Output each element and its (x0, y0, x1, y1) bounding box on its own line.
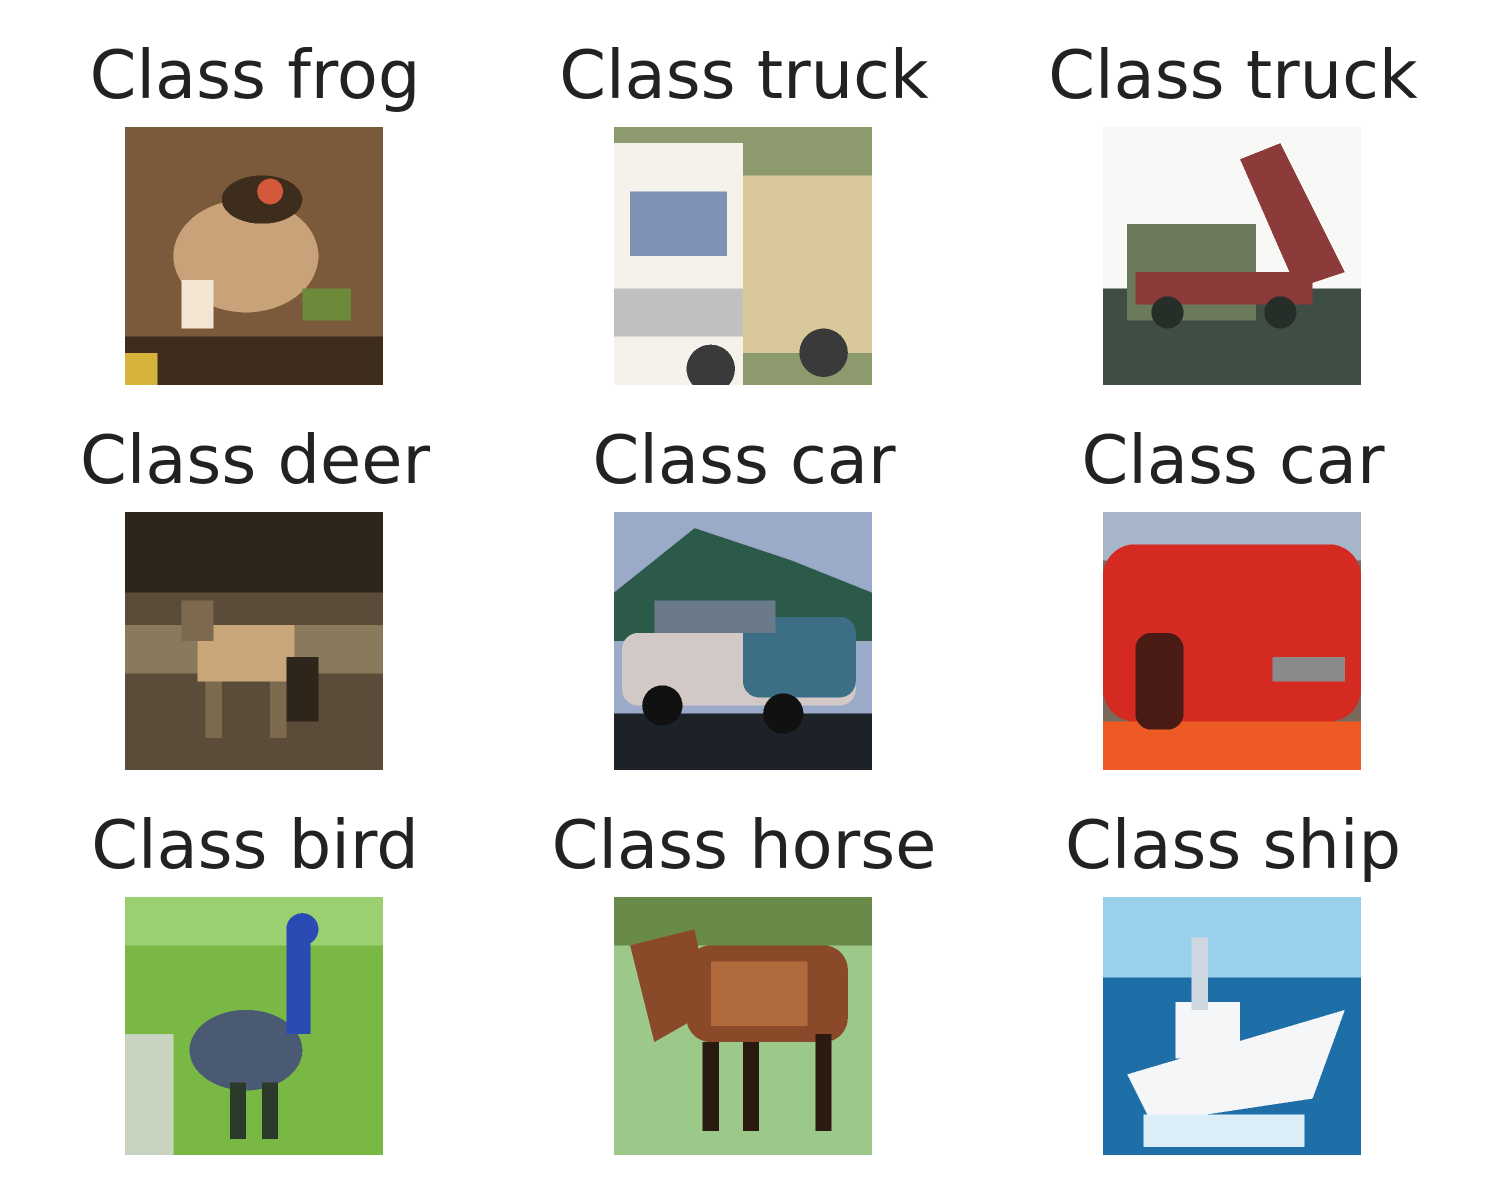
ship-photo-thumbnail (1103, 897, 1361, 1155)
bird-photo-thumbnail-graphic (125, 897, 383, 1155)
red-car-photo-thumbnail-graphic (1103, 512, 1361, 770)
dump-truck-photo-thumbnail-graphic (1103, 127, 1361, 385)
grid-cell: Class car (514, 385, 974, 770)
dump-truck-photo-thumbnail (1103, 127, 1361, 385)
cell-title: Class ship (1064, 806, 1402, 884)
grid-cell: Class frog (25, 0, 485, 385)
grid-cell: Class horse (514, 770, 974, 1155)
cell-title: Class car (592, 421, 896, 499)
car-photo-thumbnail-graphic (614, 512, 872, 770)
cell-title: Class bird (91, 806, 419, 884)
car-photo-thumbnail (614, 512, 872, 770)
cell-title: Class deer (79, 421, 431, 499)
grid-cell: Class deer (25, 385, 485, 770)
deer-photo-thumbnail-graphic (125, 512, 383, 770)
horse-photo-thumbnail-graphic (614, 897, 872, 1155)
grid-cell: Class car (1003, 385, 1463, 770)
image-grid-figure: Class frog Class truck Class truck Class… (0, 0, 1500, 1200)
truck-photo-thumbnail (614, 127, 872, 385)
cell-title: Class truck (559, 36, 929, 114)
truck-photo-thumbnail-graphic (614, 127, 872, 385)
grid-cell: Class truck (514, 0, 974, 385)
cell-title: Class car (1081, 421, 1385, 499)
frog-photo-thumbnail-graphic (125, 127, 383, 385)
grid-cell: Class ship (1003, 770, 1463, 1155)
frog-photo-thumbnail (125, 127, 383, 385)
horse-photo-thumbnail (614, 897, 872, 1155)
grid-cell: Class truck (1003, 0, 1463, 385)
bird-photo-thumbnail (125, 897, 383, 1155)
red-car-photo-thumbnail (1103, 512, 1361, 770)
grid-cell: Class bird (25, 770, 485, 1155)
cell-title: Class horse (551, 806, 937, 884)
deer-photo-thumbnail (125, 512, 383, 770)
cell-title: Class frog (89, 36, 421, 114)
ship-photo-thumbnail-graphic (1103, 897, 1361, 1155)
cell-title: Class truck (1048, 36, 1418, 114)
